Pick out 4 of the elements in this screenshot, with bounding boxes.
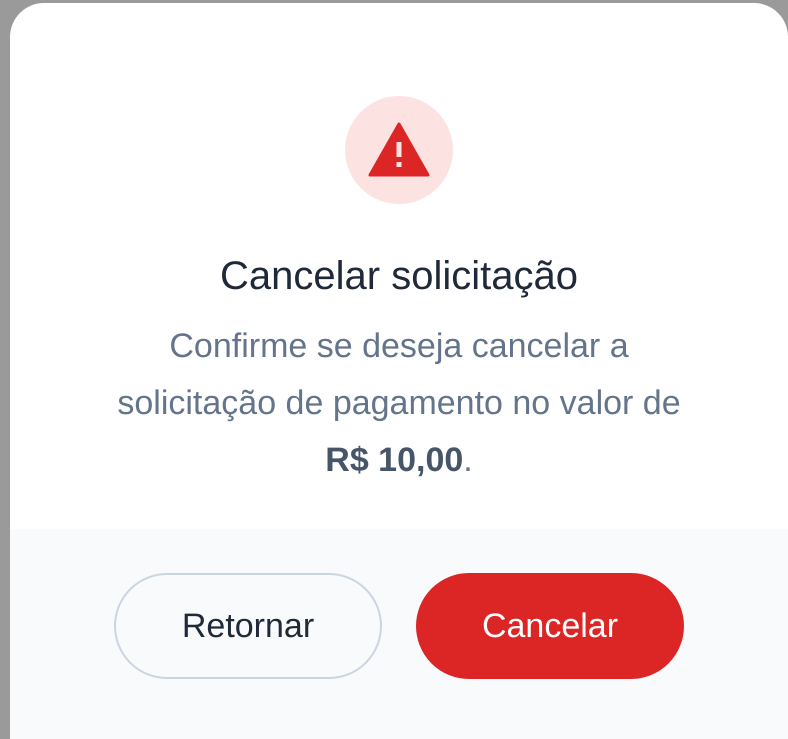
- dialog-message: Confirme se deseja cancelar a solicitação de pagamento no valor de R$ 10,00.: [116, 326, 682, 481]
- cancel-button[interactable]: Cancelar: [416, 573, 684, 679]
- return-button[interactable]: Retornar: [114, 573, 382, 679]
- dialog-title: Cancelar solicitação: [220, 253, 578, 300]
